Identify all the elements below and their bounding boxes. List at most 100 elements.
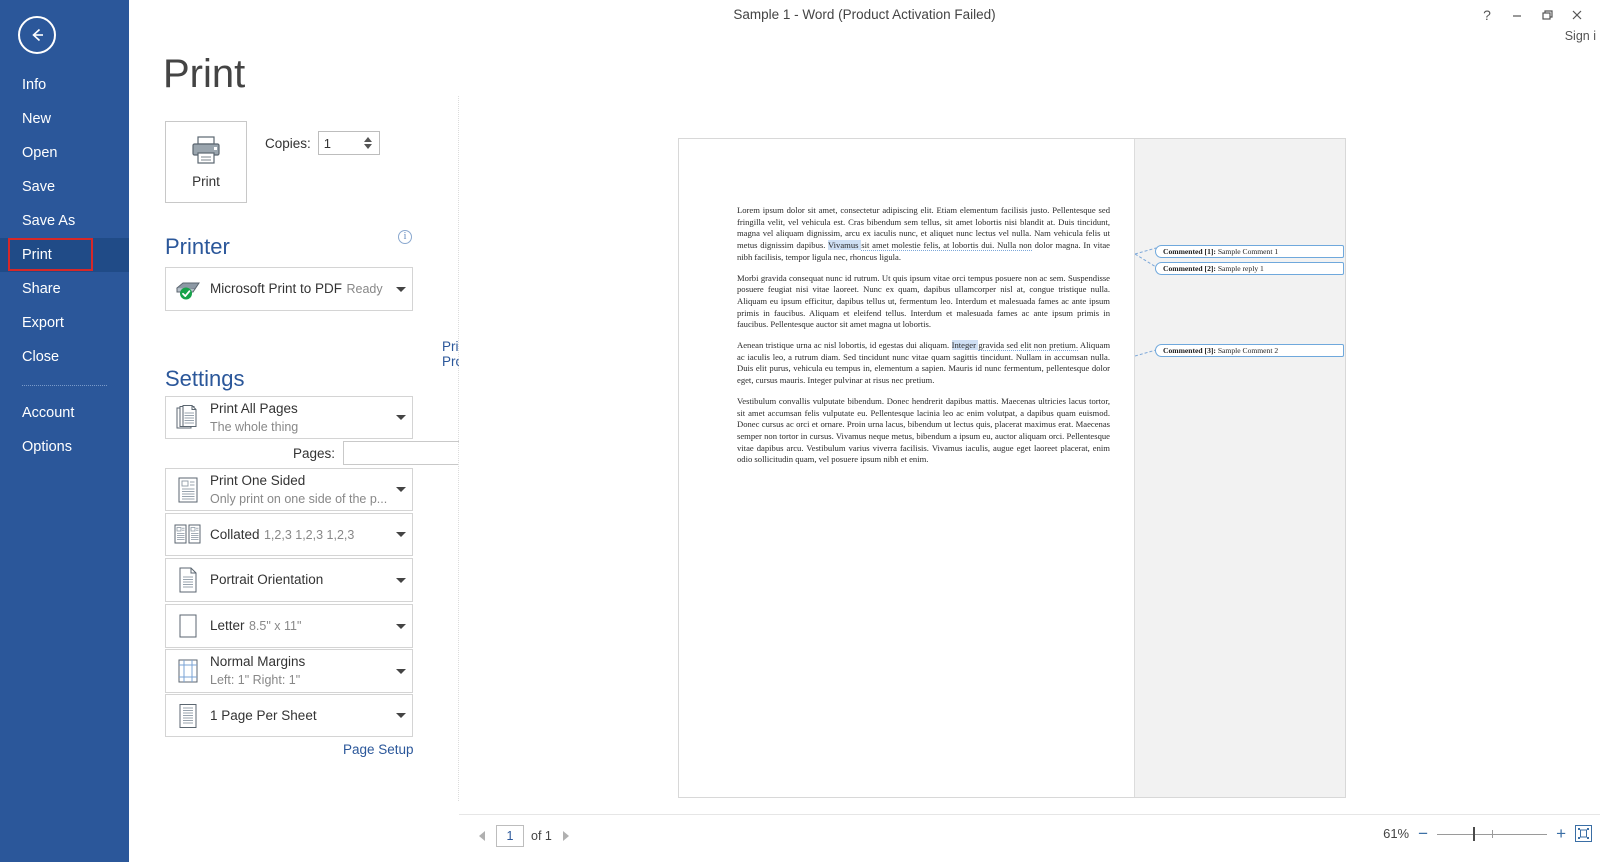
sidebar-item-label: Save As [22,213,76,229]
page-number-input[interactable] [496,825,524,847]
comment-tag: Commented [2]: [1163,264,1216,273]
collation-select[interactable]: Collated 1,2,3 1,2,3 1,2,3 [165,513,413,556]
sidebar-item-label: Account [22,405,75,421]
sign-in-link[interactable]: Sign i [1565,29,1596,43]
sidebar-item-print[interactable]: Print [0,238,129,272]
printer-info-icon[interactable]: i [398,230,412,244]
sidebar-divider [22,385,107,386]
sidebar-item-info[interactable]: Info [0,68,129,102]
printer-select[interactable]: Microsoft Print to PDF Ready [165,267,413,311]
printer-ready-icon [166,277,210,301]
print-sides-select[interactable]: Print One Sided Only print on one side o… [165,468,413,511]
comment-balloon[interactable]: Commented [2]: Sample reply 1 [1155,262,1344,275]
comment-balloon[interactable]: Commented [1]: Sample Comment 1 [1155,245,1344,258]
settings-section-title: Settings [165,366,245,391]
comment-tag: Commented [3]: [1163,346,1216,355]
sidebar-item-new[interactable]: New [0,102,129,136]
commented-text: gravida sed elit non pretium. [978,340,1078,352]
copies-stepper[interactable] [317,131,380,155]
zoom-in-button[interactable]: + [1556,825,1566,842]
next-page-icon[interactable] [559,827,573,845]
printer-select-text: Microsoft Print to PDF Ready [210,280,390,298]
print-button[interactable]: Print [165,121,247,203]
minimize-icon[interactable] [1502,3,1532,27]
pages-per-sheet-text: 1 Page Per Sheet [210,707,390,725]
collation-subtitle: 1,2,3 1,2,3 1,2,3 [263,527,355,542]
copies-input[interactable] [318,132,357,154]
word-print-backstage: Info New Open Save Save As Print Share E… [0,0,1600,862]
document-text-body: Lorem ipsum dolor sit amet, consectetur … [679,139,1134,797]
paper-size-text: Letter 8.5" x 11" [210,617,390,635]
printer-name: Microsoft Print to PDF [210,281,343,296]
print-range-select[interactable]: Print All Pages The whole thing [165,396,413,439]
print-sides-title: Print One Sided [210,472,306,488]
chevron-down-icon[interactable] [390,713,412,718]
back-arrow-icon[interactable] [18,16,56,54]
zoom-level-label[interactable]: 61% [1377,826,1409,841]
printer-icon [189,135,223,170]
print-range-title: Print All Pages [210,400,298,416]
zoom-slider-thumb[interactable] [1473,826,1476,841]
sidebar-item-label: Info [22,77,47,93]
comment-text: Sample Comment 2 [1215,346,1279,355]
chevron-up-icon[interactable] [363,137,372,142]
sidebar-item-open[interactable]: Open [0,136,129,170]
pages-per-sheet-select[interactable]: 1 Page Per Sheet [165,694,413,737]
sidebar-item-options[interactable]: Options [0,430,129,464]
printer-section-title: Printer [165,234,230,259]
chevron-down-icon[interactable] [390,577,412,583]
prev-page-icon[interactable] [475,827,489,845]
print-sides-text: Print One Sided Only print on one side o… [210,472,390,508]
sidebar-item-close[interactable]: Close [0,340,129,374]
sidebar-item-label: Share [22,281,61,297]
chevron-down-icon[interactable] [390,487,412,492]
zoom-slider[interactable] [1437,826,1548,841]
margins-text: Normal Margins Left: 1" Right: 1" [210,653,390,689]
orientation-text: Portrait Orientation [210,571,390,589]
chevron-down-icon[interactable] [363,144,372,149]
title-bar: Sample 1 - Word (Product Activation Fail… [129,0,1600,44]
sidebar-item-label: New [22,111,52,127]
one-sided-icon [166,476,210,504]
chevron-down-icon[interactable] [390,668,412,674]
restore-icon[interactable] [1532,3,1562,27]
copies-stepper-arrows[interactable] [357,132,379,154]
paper-size-select[interactable]: Letter 8.5" x 11" [165,604,413,648]
paper-size-title: Letter [210,618,245,633]
document-page-preview[interactable]: Lorem ipsum dolor sit amet, consectetur … [678,138,1346,798]
close-icon[interactable] [1562,3,1592,27]
page-setup-link[interactable]: Page Setup [343,742,414,757]
sidebar-item-export[interactable]: Export [0,306,129,340]
zoom-to-page-icon[interactable] [1575,825,1592,842]
print-action-block: Print Copies: [165,121,380,203]
margins-select[interactable]: Normal Margins Left: 1" Right: 1" [165,649,413,693]
chevron-down-icon[interactable] [390,286,412,292]
copies-row: Copies: [265,131,380,155]
orientation-select[interactable]: Portrait Orientation [165,558,413,602]
help-icon[interactable]: ? [1472,3,1502,27]
page-navigator: of 1 [475,825,573,847]
comment-text: Sample Comment 1 [1215,247,1279,256]
sidebar-item-share[interactable]: Share [0,272,129,306]
document-paragraph: Lorem ipsum dolor sit amet, consectetur … [737,205,1110,264]
print-settings-panel: Print Print Copies: 1 Printer i Microsof… [129,44,547,862]
comment-balloon[interactable]: Commented [3]: Sample Comment 2 [1155,344,1344,357]
margins-subtitle: Left: 1" Right: 1" [210,673,301,687]
pages-per-sheet-icon [166,702,210,730]
chevron-down-icon[interactable] [390,623,412,629]
window-controls: ? Sign i [1472,3,1596,43]
print-button-label: Print [192,174,220,189]
collation-text: Collated 1,2,3 1,2,3 1,2,3 [210,526,390,544]
chevron-down-icon[interactable] [390,415,412,420]
sidebar-item-save-as[interactable]: Save As [0,204,129,238]
sidebar-item-label: Options [22,439,72,455]
backstage-sidebar: Info New Open Save Save As Print Share E… [0,0,129,862]
sidebar-item-account[interactable]: Account [0,396,129,430]
portrait-icon [166,566,210,594]
print-range-subtitle: The whole thing [210,419,299,434]
paper-size-subtitle: 8.5" x 11" [248,619,302,633]
sidebar-item-save[interactable]: Save [0,170,129,204]
chevron-down-icon[interactable] [390,532,412,537]
margins-title: Normal Margins [210,654,306,669]
zoom-out-button[interactable]: − [1418,825,1428,842]
